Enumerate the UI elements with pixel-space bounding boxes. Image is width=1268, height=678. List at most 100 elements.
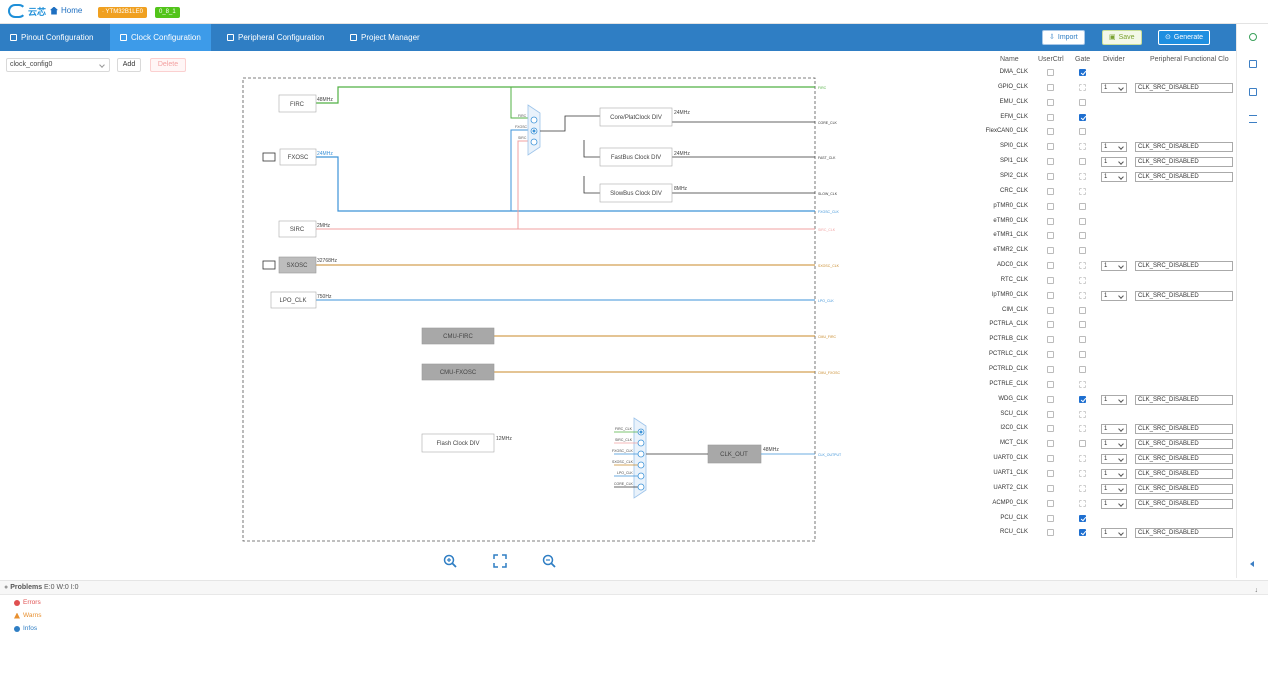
- gate-checkbox[interactable]: [1079, 202, 1086, 210]
- functional-clock-select[interactable]: CLK_SRC_DISABLED: [1135, 82, 1233, 93]
- userctrl-checkbox[interactable]: [1047, 98, 1054, 106]
- gate-checkbox[interactable]: [1079, 425, 1086, 433]
- gate-checkbox[interactable]: [1079, 172, 1086, 180]
- userctrl-checkbox[interactable]: [1047, 529, 1054, 537]
- fxosc-block[interactable]: [279, 148, 317, 166]
- userctrl-checkbox[interactable]: [1047, 306, 1054, 314]
- userctrl-checkbox[interactable]: [1047, 187, 1054, 195]
- userctrl-checkbox[interactable]: [1047, 395, 1054, 403]
- userctrl-checkbox[interactable]: [1047, 247, 1054, 255]
- functional-clock-select[interactable]: CLK_SRC_DISABLED: [1135, 483, 1233, 494]
- warns-filter[interactable]: Warns: [14, 612, 42, 619]
- gate-checkbox[interactable]: [1079, 128, 1086, 136]
- slowbus-div-block[interactable]: [599, 183, 673, 203]
- divider-select[interactable]: 1: [1101, 261, 1127, 272]
- userctrl-checkbox[interactable]: [1047, 514, 1054, 522]
- gate-checkbox[interactable]: [1079, 83, 1086, 91]
- userctrl-checkbox[interactable]: [1047, 351, 1054, 359]
- gate-checkbox[interactable]: [1079, 351, 1086, 359]
- gate-checkbox[interactable]: [1079, 232, 1086, 240]
- functional-clock-select[interactable]: CLK_SRC_DISABLED: [1135, 261, 1233, 272]
- gate-checkbox[interactable]: [1079, 306, 1086, 314]
- userctrl-checkbox[interactable]: [1047, 276, 1054, 284]
- userctrl-checkbox[interactable]: [1047, 291, 1054, 299]
- functional-clock-select[interactable]: CLK_SRC_DISABLED: [1135, 290, 1233, 301]
- out-mux-radio[interactable]: [637, 461, 645, 469]
- errors-filter[interactable]: Errors: [14, 599, 41, 606]
- out-mux-radio[interactable]: [637, 439, 645, 447]
- gate-checkbox[interactable]: [1079, 380, 1086, 388]
- userctrl-checkbox[interactable]: [1047, 366, 1054, 373]
- userctrl-checkbox[interactable]: [1047, 321, 1054, 329]
- home-link[interactable]: Home: [50, 6, 82, 15]
- gate-checkbox[interactable]: [1079, 113, 1086, 121]
- mux-radio-sirc[interactable]: [530, 138, 538, 146]
- out-mux-radio[interactable]: [637, 428, 645, 436]
- userctrl-checkbox[interactable]: [1047, 410, 1054, 418]
- collapse-icon[interactable]: [1250, 561, 1254, 567]
- cmu-fxosc-block[interactable]: [421, 363, 495, 381]
- grid-icon[interactable]: [1249, 60, 1257, 68]
- userctrl-checkbox[interactable]: [1047, 217, 1054, 225]
- infos-filter[interactable]: Infos: [14, 625, 37, 632]
- cmu-firc-block[interactable]: [421, 327, 495, 345]
- arrow-down-icon[interactable]: ↓: [1255, 584, 1259, 598]
- userctrl-checkbox[interactable]: [1047, 172, 1054, 180]
- userctrl-checkbox[interactable]: [1047, 499, 1054, 507]
- userctrl-checkbox[interactable]: [1047, 440, 1054, 448]
- out-mux-radio[interactable]: [637, 450, 645, 458]
- divider-select[interactable]: 1: [1101, 528, 1127, 539]
- userctrl-checkbox[interactable]: [1047, 143, 1054, 151]
- divider-select[interactable]: 1: [1101, 483, 1127, 494]
- divider-select[interactable]: 1: [1101, 498, 1127, 509]
- gate-checkbox[interactable]: [1079, 529, 1086, 537]
- functional-clock-select[interactable]: CLK_SRC_DISABLED: [1135, 528, 1233, 539]
- mux-radio-firc[interactable]: [530, 116, 538, 124]
- functional-clock-select[interactable]: CLK_SRC_DISABLED: [1135, 468, 1233, 479]
- functional-clock-select[interactable]: CLK_SRC_DISABLED: [1135, 424, 1233, 435]
- config-select[interactable]: clock_config0: [6, 58, 110, 72]
- userctrl-checkbox[interactable]: [1047, 484, 1054, 492]
- out-mux-radio[interactable]: [637, 472, 645, 480]
- functional-clock-select[interactable]: CLK_SRC_DISABLED: [1135, 454, 1233, 465]
- add-config-button[interactable]: Add: [117, 58, 141, 72]
- chip-tag[interactable]: · YTM32B1LE0: [98, 7, 147, 18]
- gate-checkbox[interactable]: [1079, 98, 1086, 106]
- userctrl-checkbox[interactable]: [1047, 380, 1054, 388]
- tab-clock-configuration[interactable]: Clock Configuration: [110, 24, 211, 51]
- gate-checkbox[interactable]: [1079, 410, 1086, 418]
- mux-radio-fxosc[interactable]: [530, 127, 538, 135]
- gate-checkbox[interactable]: [1079, 143, 1086, 151]
- sxosc-block[interactable]: [278, 256, 317, 274]
- userctrl-checkbox[interactable]: [1047, 158, 1054, 166]
- divider-select[interactable]: 1: [1101, 394, 1127, 405]
- gate-checkbox[interactable]: [1079, 276, 1086, 284]
- gate-checkbox[interactable]: [1079, 514, 1086, 522]
- gate-checkbox[interactable]: [1079, 395, 1086, 403]
- gate-checkbox[interactable]: [1079, 187, 1086, 195]
- gate-checkbox[interactable]: [1079, 69, 1086, 76]
- gate-checkbox[interactable]: [1079, 469, 1086, 477]
- userctrl-checkbox[interactable]: [1047, 425, 1054, 433]
- document-icon[interactable]: [1249, 88, 1257, 96]
- userctrl-checkbox[interactable]: [1047, 83, 1054, 91]
- gate-checkbox[interactable]: [1079, 247, 1086, 255]
- clk-out-block[interactable]: [707, 444, 762, 464]
- tab-peripheral-configuration[interactable]: Peripheral Configuration: [217, 24, 334, 51]
- divider-select[interactable]: 1: [1101, 468, 1127, 479]
- divider-select[interactable]: 1: [1101, 290, 1127, 301]
- userctrl-checkbox[interactable]: [1047, 469, 1054, 477]
- out-mux-radio[interactable]: [637, 483, 645, 491]
- gate-checkbox[interactable]: [1079, 455, 1086, 463]
- functional-clock-select[interactable]: CLK_SRC_DISABLED: [1135, 157, 1233, 168]
- divider-select[interactable]: 1: [1101, 142, 1127, 153]
- divider-select[interactable]: 1: [1101, 82, 1127, 93]
- userctrl-checkbox[interactable]: [1047, 262, 1054, 270]
- delete-config-button[interactable]: Delete: [150, 58, 186, 72]
- divider-select[interactable]: 1: [1101, 454, 1127, 465]
- sys-clock-mux[interactable]: [527, 104, 541, 156]
- gate-checkbox[interactable]: [1079, 291, 1086, 299]
- tab-project-manager[interactable]: Project Manager: [340, 24, 430, 51]
- userctrl-checkbox[interactable]: [1047, 128, 1054, 136]
- generate-button[interactable]: ⊙ Generate: [1158, 30, 1211, 45]
